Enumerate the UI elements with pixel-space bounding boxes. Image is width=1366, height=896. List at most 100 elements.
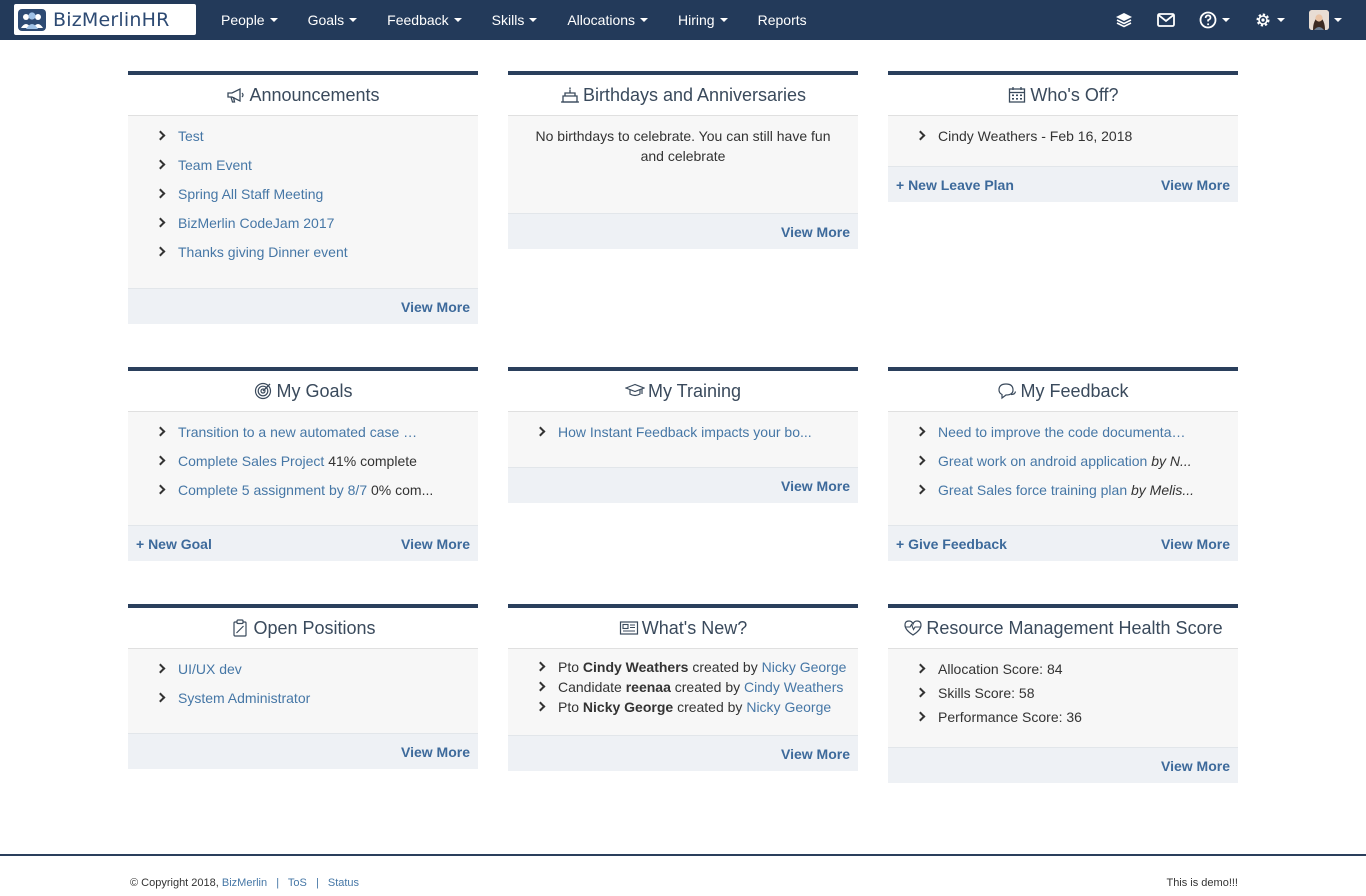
help-icon[interactable] <box>1187 0 1242 40</box>
announcements-title: Announcements <box>249 84 380 105</box>
view-more-link[interactable]: View More <box>1161 536 1230 552</box>
graduation-cap-icon <box>624 381 645 401</box>
new-leave-plan-link[interactable]: + New Leave Plan <box>896 177 1014 193</box>
list-item: Thanks giving Dinner event <box>154 244 478 273</box>
calendar-icon <box>1007 85 1027 105</box>
list-item: Test <box>154 128 478 157</box>
position-link[interactable]: UI/UX dev <box>178 661 242 677</box>
cake-icon <box>560 85 580 105</box>
nav-hiring[interactable]: Hiring <box>663 0 743 40</box>
announcement-link[interactable]: Spring All Staff Meeting <box>178 186 323 202</box>
announcement-link[interactable]: Thanks giving Dinner event <box>178 244 348 260</box>
caret-down-icon <box>1334 18 1342 22</box>
list-item: System Administrator <box>154 690 478 719</box>
announcement-link[interactable]: BizMerlin CodeJam 2017 <box>178 215 334 231</box>
birthdays-body: No birthdays to celebrate. You can still… <box>508 116 858 213</box>
announcement-link[interactable]: Team Event <box>178 157 252 173</box>
training-header: My Training <box>508 371 858 412</box>
position-link[interactable]: System Administrator <box>178 690 310 706</box>
company-link[interactable]: BizMerlin <box>222 877 267 889</box>
activity-subject: Nicky George <box>582 699 674 715</box>
avatar <box>1309 10 1329 30</box>
training-body: How Instant Feedback impacts your bo... <box>508 412 858 467</box>
list-item: Complete 5 assignment by 8/7 0% com... <box>154 482 478 511</box>
training-panel: My Training How Instant Feedback impacts… <box>508 367 858 503</box>
tos-link[interactable]: ToS <box>288 877 307 889</box>
positions-panel: Open Positions UI/UX dev System Administ… <box>128 604 478 769</box>
allocation-score: Allocation Score: 84 <box>938 661 1063 677</box>
whats-new-body: Pto Cindy Weathers created by Nicky Geor… <box>508 649 858 735</box>
nav-goals[interactable]: Goals <box>293 0 373 40</box>
view-more-link[interactable]: View More <box>401 536 470 552</box>
new-goal-link[interactable]: + New Goal <box>136 536 212 552</box>
activity-actor-link[interactable]: Nicky George <box>746 699 831 715</box>
goal-link[interactable]: Transition to a new automated case ma... <box>178 424 426 440</box>
list-item: BizMerlin CodeJam 2017 <box>154 215 478 244</box>
nav-people[interactable]: People <box>206 0 293 40</box>
list-item: Candidate reenaa created by Cindy Weathe… <box>534 679 858 699</box>
view-more-link[interactable]: View More <box>401 299 470 315</box>
layers-icon[interactable] <box>1103 0 1145 40</box>
feedback-author: by N... <box>1151 453 1192 469</box>
goals-header: My Goals <box>128 371 478 412</box>
footer-separator: | <box>315 877 319 889</box>
newspaper-icon <box>619 618 639 638</box>
brand-name: BizMerlinHR <box>53 8 170 31</box>
demo-notice: This is demo!!! <box>1166 877 1238 889</box>
footer-divider <box>0 854 1366 856</box>
user-menu[interactable] <box>1297 0 1354 40</box>
goals-footer: + New Goal View More <box>128 525 478 561</box>
nav-skills-label: Skills <box>491 12 525 28</box>
goal-link[interactable]: Complete Sales Project <box>178 453 324 469</box>
caret-down-icon <box>269 18 278 22</box>
feedback-link[interactable]: Great work on android application <box>938 453 1147 469</box>
target-icon <box>253 381 273 401</box>
activity-subject: Cindy Weathers <box>582 659 689 675</box>
positions-body: UI/UX dev System Administrator <box>128 649 478 733</box>
training-link[interactable]: How Instant Feedback impacts your bo... <box>558 424 812 440</box>
caret-down-icon <box>529 18 538 22</box>
activity-actor-link[interactable]: Cindy Weathers <box>744 679 843 695</box>
birthdays-message: No birthdays to celebrate. You can still… <box>535 128 831 164</box>
view-more-link[interactable]: View More <box>1161 758 1230 774</box>
whats-new-footer: View More <box>508 735 858 771</box>
give-feedback-link[interactable]: + Give Feedback <box>896 536 1007 552</box>
caret-down-icon <box>349 18 358 22</box>
activity-type: Pto <box>558 659 580 675</box>
list-item: Pto Nicky George created by Nicky George <box>534 699 858 719</box>
nav-reports-label: Reports <box>757 12 807 28</box>
mail-icon[interactable] <box>1145 0 1187 40</box>
status-link[interactable]: Status <box>328 877 359 889</box>
birthdays-header: Birthdays and Anniversaries <box>508 75 858 116</box>
gear-icon[interactable] <box>1242 0 1297 40</box>
view-more-link[interactable]: View More <box>401 744 470 760</box>
whos-off-footer: + New Leave Plan View More <box>888 166 1238 202</box>
announcement-link[interactable]: Test <box>178 128 204 144</box>
goal-status: 0% com... <box>371 482 434 498</box>
view-more-link[interactable]: View More <box>781 746 850 762</box>
list-item: Transition to a new automated case ma... <box>154 424 478 453</box>
goal-link[interactable]: Complete 5 assignment by 8/7 <box>178 482 367 498</box>
health-score-footer: View More <box>888 747 1238 783</box>
view-more-link[interactable]: View More <box>781 224 850 240</box>
activity-verb: created by <box>692 659 758 675</box>
positions-footer: View More <box>128 733 478 769</box>
nav-right-tools <box>1103 0 1354 40</box>
activity-type: Pto <box>558 699 580 715</box>
activity-actor-link[interactable]: Nicky George <box>762 659 847 675</box>
nav-skills[interactable]: Skills <box>477 0 553 40</box>
nav-people-label: People <box>221 12 265 28</box>
list-item: Skills Score: 58 <box>914 685 1238 709</box>
health-score-header: Resource Management Health Score <box>888 608 1238 649</box>
feedback-link[interactable]: Need to improve the code documentati... <box>938 424 1186 440</box>
view-more-link[interactable]: View More <box>781 478 850 494</box>
list-item: Pto Cindy Weathers created by Nicky Geor… <box>534 659 858 679</box>
feedback-link[interactable]: Great Sales force training plan <box>938 482 1127 498</box>
nav-feedback[interactable]: Feedback <box>372 0 476 40</box>
view-more-link[interactable]: View More <box>1161 177 1230 193</box>
nav-allocations[interactable]: Allocations <box>552 0 663 40</box>
brand-logo[interactable]: BizMerlinHR <box>14 4 196 35</box>
birthdays-footer: View More <box>508 213 858 249</box>
nav-reports[interactable]: Reports <box>743 0 822 40</box>
whos-off-header: Who's Off? <box>888 75 1238 116</box>
